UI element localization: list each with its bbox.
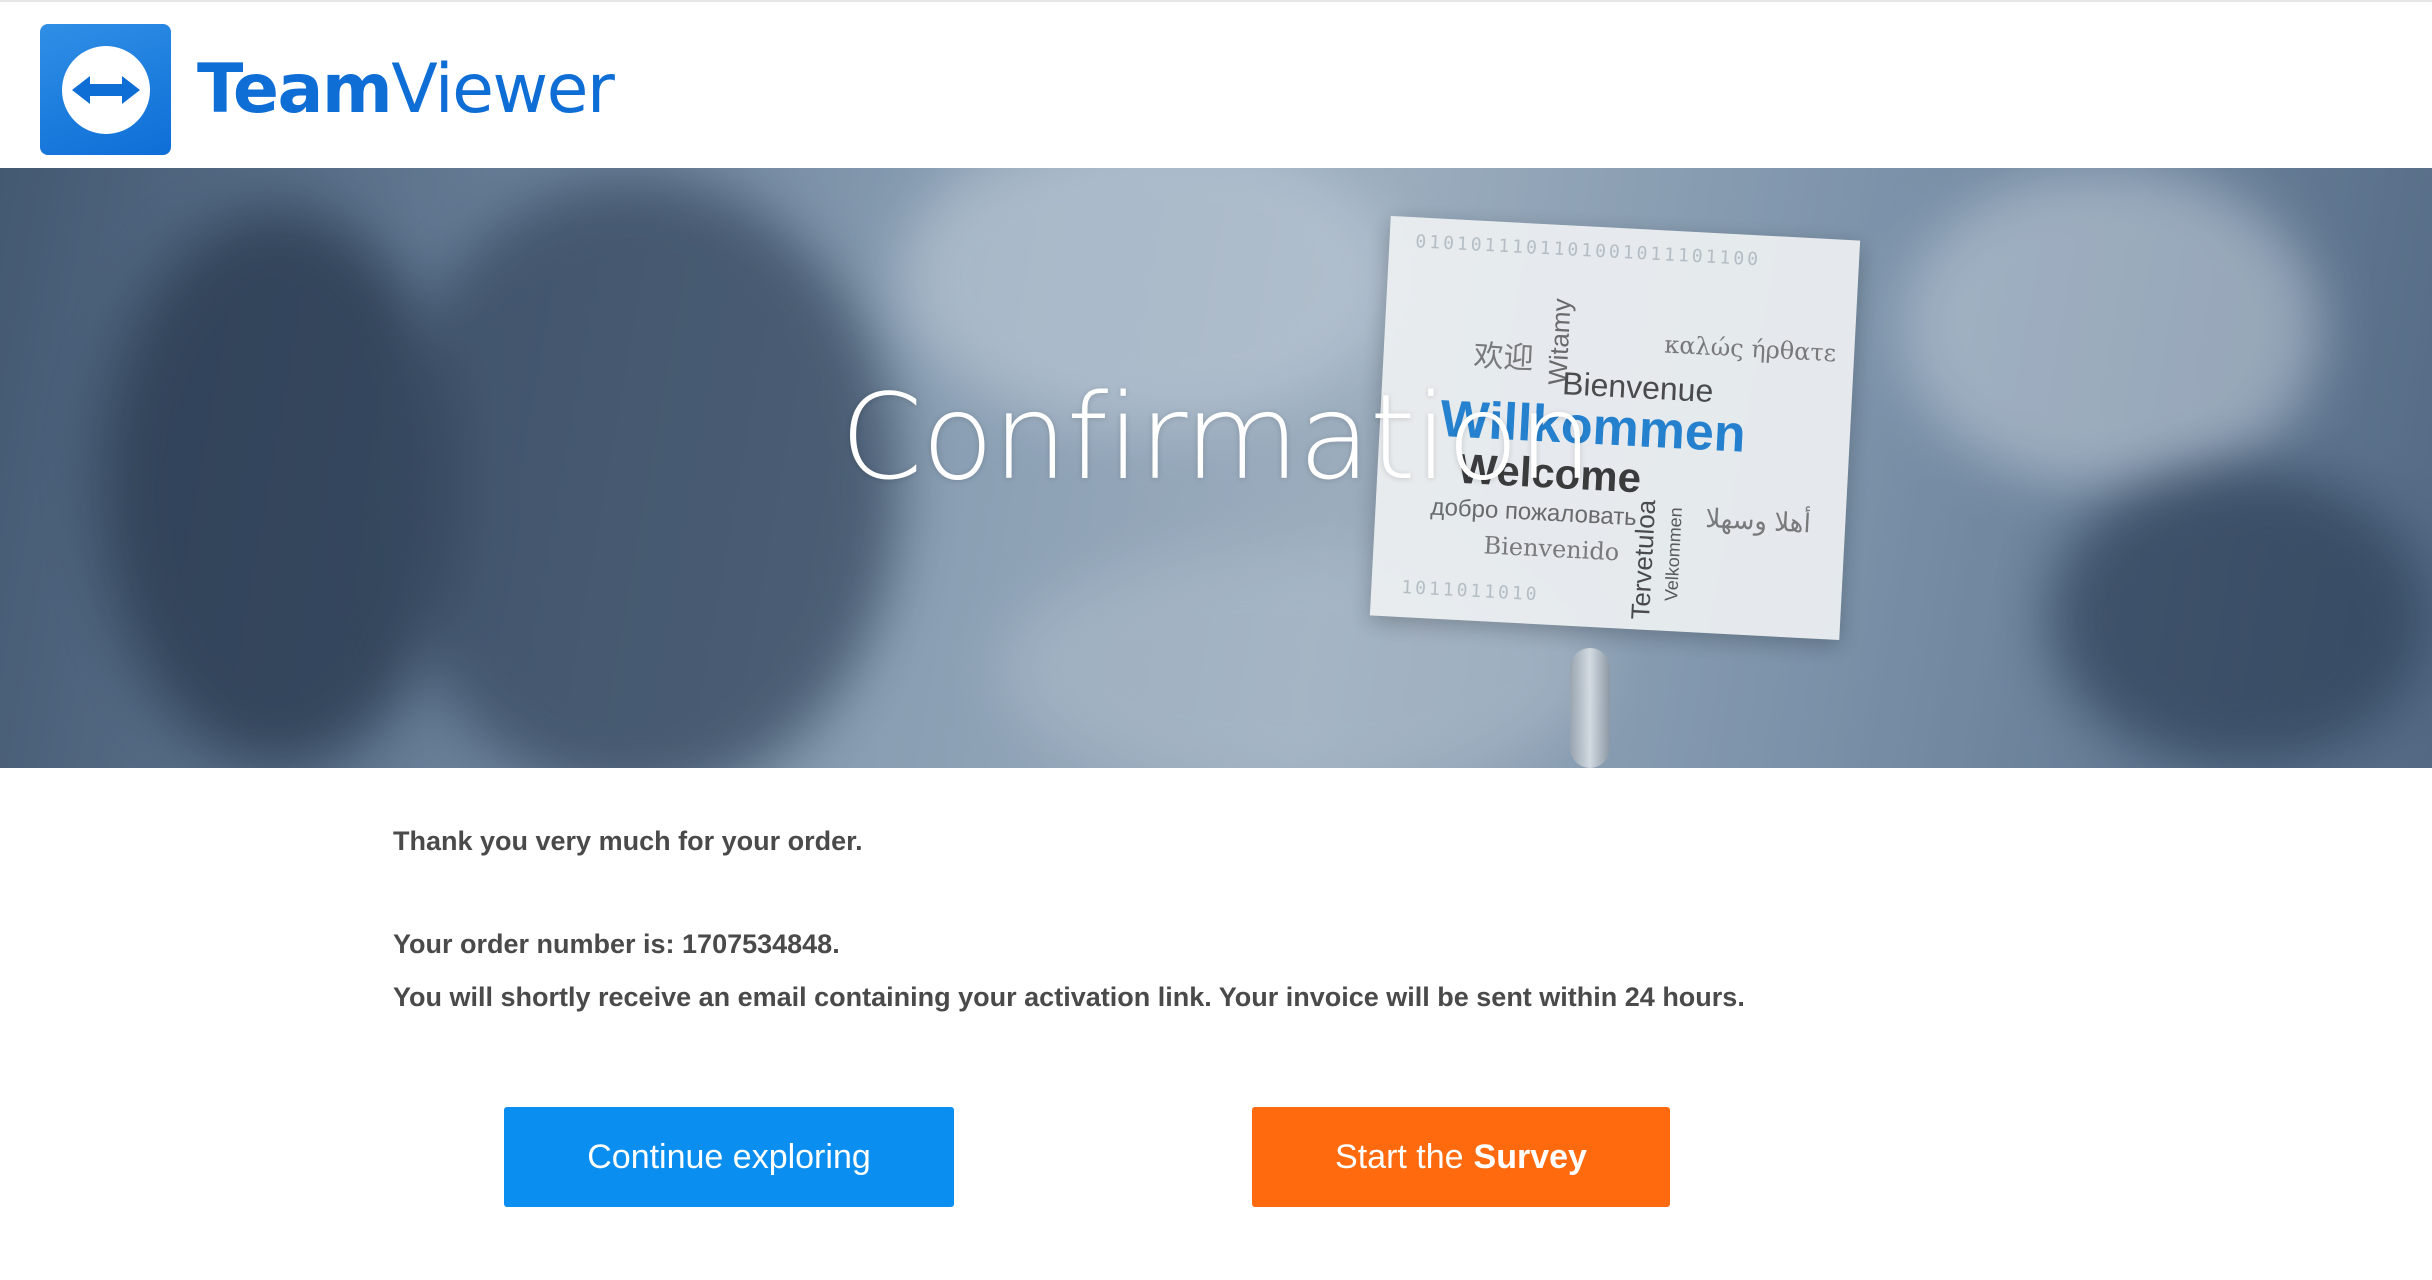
card-holder-clip xyxy=(1570,648,1610,768)
page: TeamViewer 0101011101101001011101100 欢迎 … xyxy=(0,0,2432,1280)
wordmark-team: Team xyxy=(197,49,393,129)
teamviewer-logo-icon xyxy=(40,24,171,155)
card-word-greek: καλώς ήρθατε xyxy=(1663,330,1837,368)
start-survey-label-bold: Survey xyxy=(1473,1137,1587,1176)
continue-exploring-button[interactable]: Continue exploring xyxy=(504,1107,954,1207)
site-header: TeamViewer xyxy=(0,0,2432,168)
teamviewer-wordmark: TeamViewer xyxy=(197,55,615,124)
start-survey-button[interactable]: Start the Survey xyxy=(1252,1107,1670,1207)
card-word-arabic: أهلا وسهلا xyxy=(1704,502,1812,539)
card-word-bienvenido: Bienvenido xyxy=(1482,531,1620,567)
hero-banner: 0101011101101001011101100 欢迎 Witamy καλώ… xyxy=(0,168,2432,768)
card-binary-bottom: 1011011010 xyxy=(1400,577,1541,606)
page-title: Confirmation xyxy=(840,368,1592,506)
order-number-message: Your order number is: 1707534848. xyxy=(393,929,840,959)
card-word-velkommen: Velkommen xyxy=(1661,506,1686,602)
wordmark-viewer: Viewer xyxy=(391,49,615,129)
start-survey-label-prefix: Start the xyxy=(1335,1137,1464,1176)
thank-you-message: Thank you very much for your order. xyxy=(393,826,863,856)
teamviewer-logo-link[interactable]: TeamViewer xyxy=(40,24,615,155)
card-word-tervetuloa: Tervetuloa xyxy=(1625,498,1662,621)
activation-info-message: You will shortly receive an email contai… xyxy=(393,982,1745,1012)
card-binary-top: 0101011101101001011101100 xyxy=(1414,231,1762,271)
continue-exploring-label: Continue exploring xyxy=(587,1137,871,1176)
